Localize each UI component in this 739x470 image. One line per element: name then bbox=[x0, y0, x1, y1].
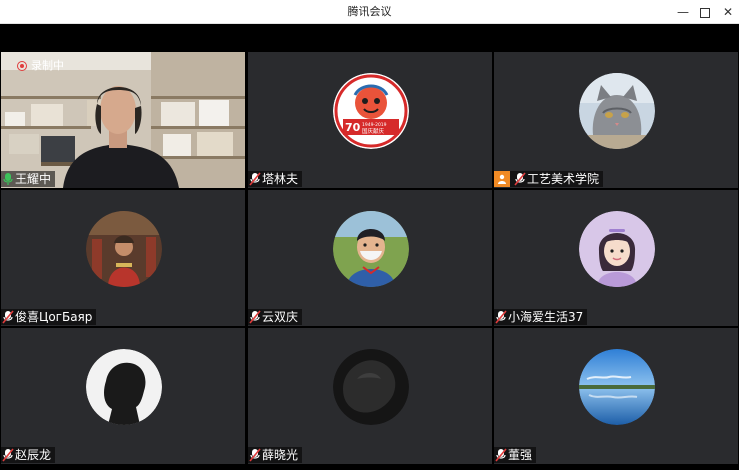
participant-name: 董强 bbox=[508, 448, 533, 462]
participant-name-tag: 塔林夫 bbox=[248, 171, 303, 187]
maximize-icon bbox=[700, 7, 710, 18]
close-icon: ✕ bbox=[722, 5, 734, 19]
avatar bbox=[579, 211, 655, 287]
logo-caption: 国庆献庆 bbox=[362, 127, 385, 135]
recording-indicator: 录制中 bbox=[17, 59, 64, 73]
participant-name: 工艺美术学院 bbox=[527, 172, 600, 186]
participant-tile-video[interactable]: 录制中 王耀中 bbox=[1, 52, 245, 188]
participant-name: 小海爱生活37 bbox=[508, 310, 584, 324]
participant-tile[interactable]: 工艺美术学院 bbox=[494, 52, 738, 188]
participant-tile[interactable]: 薛晓光 bbox=[248, 328, 492, 464]
participant-name: 薛晓光 bbox=[262, 448, 299, 462]
participant-name-tag: 俊喜ЦогБаяр bbox=[1, 309, 97, 325]
participant-name: 王耀中 bbox=[15, 172, 52, 186]
avatar: 70 1949-2019 国庆献庆 bbox=[333, 73, 409, 149]
mic-muted-icon bbox=[2, 310, 14, 324]
avatar bbox=[333, 349, 409, 425]
avatar bbox=[579, 349, 655, 425]
avatar bbox=[333, 211, 409, 287]
participant-name-tag: 云双庆 bbox=[248, 309, 303, 325]
participant-name: 塔林夫 bbox=[262, 172, 299, 186]
participant-tile[interactable]: 小海爱生活37 bbox=[494, 190, 738, 326]
mic-muted-icon bbox=[495, 448, 507, 462]
participant-name-tag: 小海爱生活37 bbox=[494, 309, 588, 325]
host-icon bbox=[498, 174, 506, 184]
recording-label: 录制中 bbox=[31, 59, 64, 72]
avatar bbox=[86, 349, 162, 425]
mic-muted-icon bbox=[249, 310, 261, 324]
participant-name-tag: 赵辰龙 bbox=[1, 447, 56, 463]
participant-tile[interactable]: 赵辰龙 bbox=[1, 328, 245, 464]
participant-name-tag: 董强 bbox=[494, 447, 537, 463]
logo-years: 1949-2019 bbox=[362, 122, 387, 128]
close-button[interactable]: ✕ bbox=[715, 0, 739, 24]
mic-active-icon bbox=[3, 173, 13, 185]
mic-muted-icon bbox=[2, 448, 14, 462]
participant-tile[interactable]: 董强 bbox=[494, 328, 738, 464]
participant-tile[interactable]: 俊喜ЦогБаяр bbox=[1, 190, 245, 326]
participant-tile[interactable]: 云双庆 bbox=[248, 190, 492, 326]
record-icon bbox=[17, 61, 27, 71]
participant-name: 赵辰龙 bbox=[15, 448, 52, 462]
minimize-icon: — bbox=[677, 5, 689, 19]
window-title: 腾讯会议 bbox=[347, 5, 392, 18]
participant-name-tag: 王耀中 bbox=[1, 171, 56, 187]
host-badge bbox=[494, 171, 510, 187]
mic-muted-icon bbox=[249, 448, 261, 462]
mic-muted-icon bbox=[514, 172, 526, 186]
participant-name-tag: 薛晓光 bbox=[248, 447, 303, 463]
participant-name: 俊喜ЦогБаяр bbox=[15, 310, 93, 324]
avatar bbox=[579, 73, 655, 149]
mic-muted-icon bbox=[495, 310, 507, 324]
mic-muted-icon bbox=[249, 172, 261, 186]
participant-name-tag: 工艺美术学院 bbox=[494, 171, 604, 187]
participant-tile[interactable]: 70 1949-2019 国庆献庆 塔林夫 bbox=[248, 52, 492, 188]
title-bar: 腾讯会议 — ✕ bbox=[0, 0, 739, 24]
participant-name: 云双庆 bbox=[262, 310, 299, 324]
logo-number: 70 bbox=[345, 121, 361, 134]
avatar bbox=[86, 211, 162, 287]
